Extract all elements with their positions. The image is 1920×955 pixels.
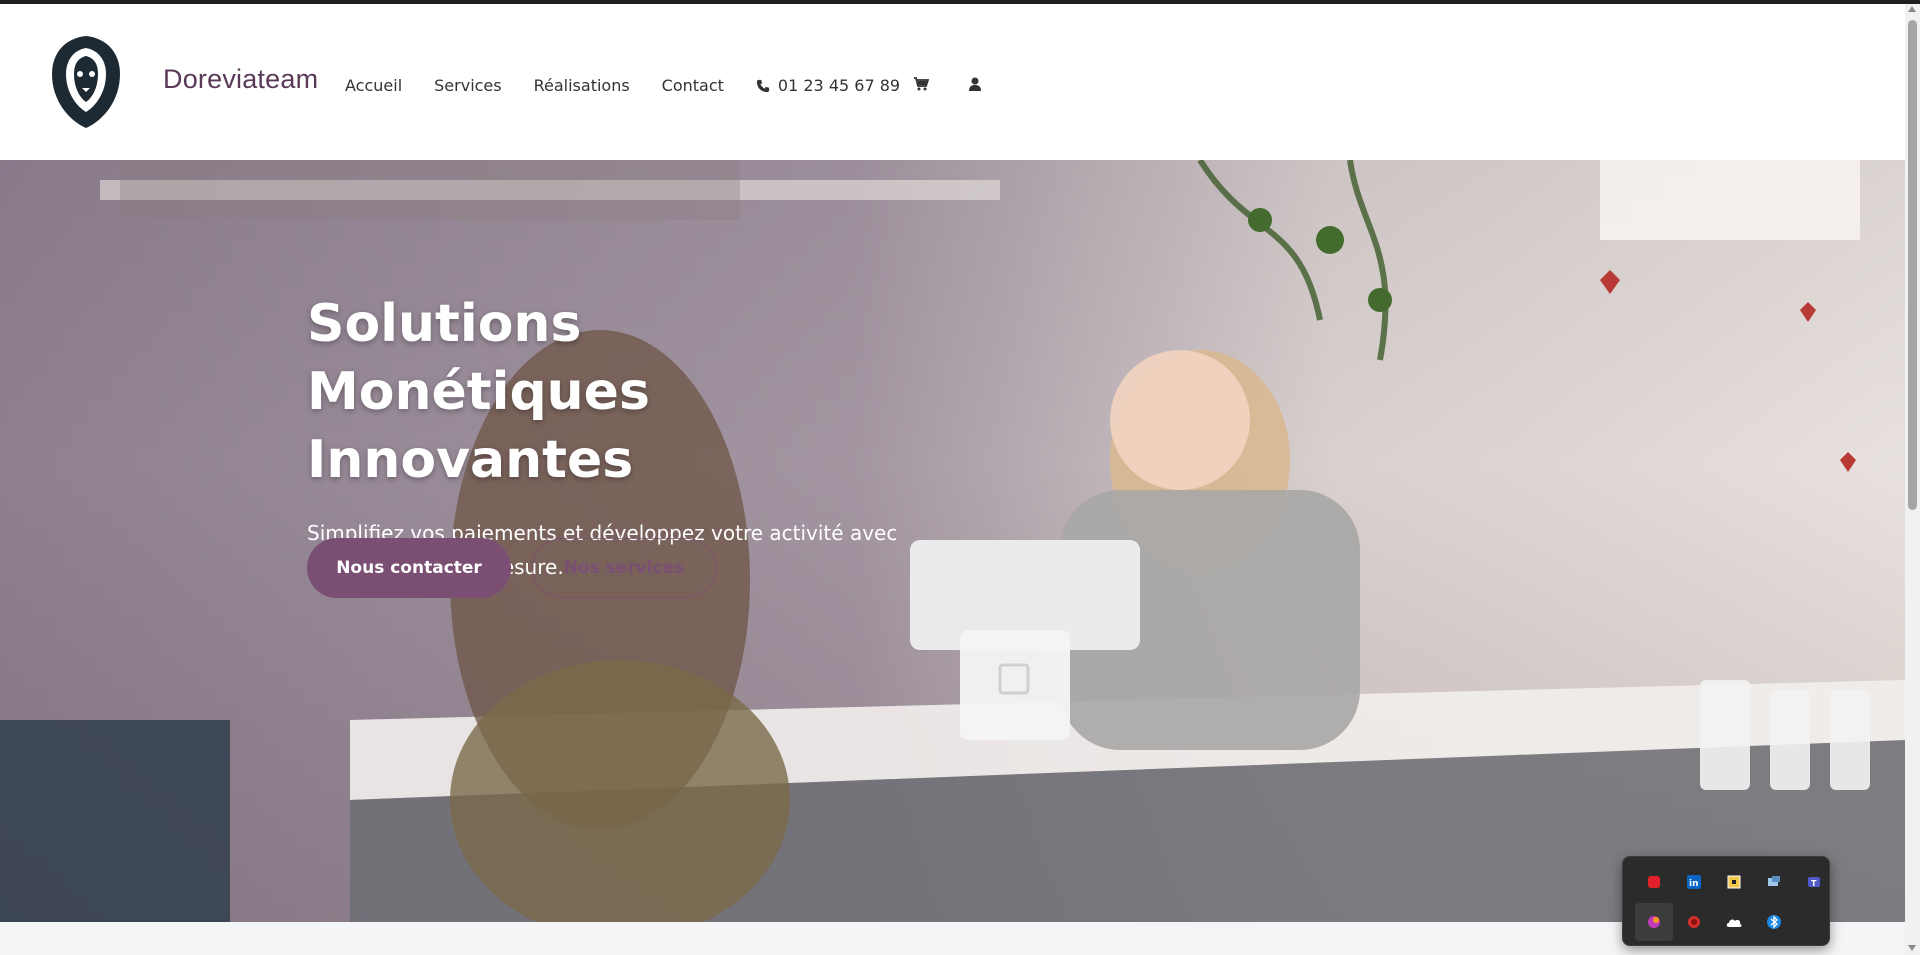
- svg-text:in: in: [1689, 879, 1699, 889]
- bluetooth-icon[interactable]: [1755, 903, 1793, 941]
- color-app-icon[interactable]: [1635, 903, 1673, 941]
- onedrive-icon[interactable]: [1715, 903, 1753, 941]
- nav-realisations[interactable]: Réalisations: [534, 76, 630, 95]
- cart-icon[interactable]: [913, 76, 929, 92]
- phone-link[interactable]: 01 23 45 67 89: [756, 76, 900, 95]
- logo-lion-icon[interactable]: [46, 34, 126, 130]
- network-icon[interactable]: [1755, 863, 1793, 901]
- scroll-up-icon[interactable]: [1908, 6, 1916, 12]
- main-nav: Accueil Services Réalisations Contact 01…: [345, 76, 900, 95]
- nav-accueil[interactable]: Accueil: [345, 76, 402, 95]
- hero-title-line2: Innovantes: [307, 430, 634, 490]
- next-section: [0, 922, 1905, 955]
- hero-buttons: Nous contacter Nos services: [307, 538, 716, 598]
- phone-number: 01 23 45 67 89: [777, 76, 901, 95]
- brand-name[interactable]: Doreviateam: [163, 64, 318, 95]
- scroll-down-icon[interactable]: [1908, 945, 1916, 951]
- services-button[interactable]: Nos services: [532, 538, 716, 598]
- hero-title: Solutions Monétiques Innovantes: [307, 290, 927, 494]
- linkedin-icon[interactable]: in: [1675, 863, 1713, 901]
- system-tray-overflow: in T: [1622, 856, 1830, 946]
- user-icon[interactable]: [967, 76, 983, 92]
- teams-icon[interactable]: T: [1795, 863, 1833, 901]
- scroll-thumb[interactable]: [1908, 20, 1917, 510]
- hero-title-line1: Solutions Monétiques: [307, 294, 650, 422]
- record-icon[interactable]: [1675, 903, 1713, 941]
- nav-contact[interactable]: Contact: [662, 76, 724, 95]
- page-scrollbar[interactable]: [1905, 4, 1920, 955]
- svg-text:T: T: [1811, 879, 1817, 888]
- nav-services[interactable]: Services: [434, 76, 501, 95]
- hero-background-image: [0, 160, 1905, 922]
- hero-section: Solutions Monétiques Innovantes Simplifi…: [0, 160, 1905, 922]
- phone-icon: [756, 79, 770, 92]
- contact-button[interactable]: Nous contacter: [307, 538, 511, 598]
- site-header: Doreviateam Accueil Services Réalisation…: [0, 4, 1905, 160]
- red-app-icon[interactable]: [1635, 863, 1673, 901]
- sticky-notes-icon[interactable]: [1715, 863, 1753, 901]
